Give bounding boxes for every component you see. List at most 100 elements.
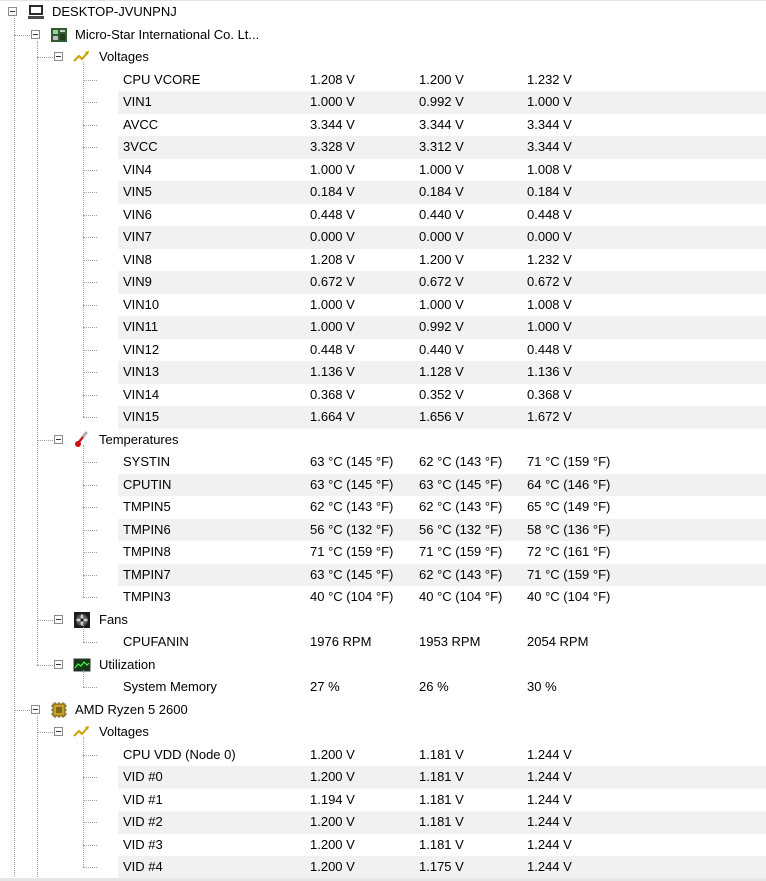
sensor-name: SYSTIN bbox=[123, 454, 170, 469]
sensor-min: 1.000 V bbox=[419, 296, 464, 312]
sensor-min: 63 °C (145 °F) bbox=[419, 476, 503, 492]
tree-connector bbox=[83, 737, 84, 867]
collapse-toggle[interactable] bbox=[54, 727, 63, 736]
sensor-row[interactable]: TMPIN8 71 °C (159 °F) 71 °C (159 °F) 72 °C … bbox=[0, 541, 766, 564]
sensor-tree[interactable]: DESKTOP-JVUNPNJ Micro-Star International … bbox=[0, 0, 766, 881]
sensor-min: 62 °C (143 °F) bbox=[419, 499, 503, 514]
sensor-row[interactable]: VIN4 1.000 V 1.000 V 1.008 V bbox=[0, 159, 766, 182]
sensor-row[interactable]: CPU VDD (Node 0) 1.200 V 1.181 V 1.244 V bbox=[0, 744, 766, 767]
sensor-max: 58 °C (136 °F) bbox=[527, 521, 611, 537]
sensor-row[interactable]: CPUFANIN 1976 RPM 1953 RPM 2054 RPM bbox=[0, 631, 766, 654]
sensor-row[interactable]: TMPIN7 63 °C (145 °F) 62 °C (143 °F) 71 °C … bbox=[0, 563, 766, 586]
sensor-name: TMPIN8 bbox=[123, 544, 171, 559]
tree-connector bbox=[83, 597, 97, 598]
device-name: Micro-Star International Co. Lt... bbox=[75, 26, 260, 42]
sensor-row[interactable]: VIN5 0.184 V 0.184 V 0.184 V bbox=[0, 181, 766, 204]
sensor-value: 3.328 V bbox=[310, 139, 355, 154]
tree-connector bbox=[83, 394, 97, 396]
tree-node-device[interactable]: Micro-Star International Co. Lt... bbox=[0, 24, 766, 47]
sensor-name: AVCC bbox=[123, 116, 159, 132]
tree-node-group[interactable]: Voltages bbox=[0, 46, 766, 69]
sensor-row[interactable]: CPUTIN 63 °C (145 °F) 63 °C (145 °F) 64 °C … bbox=[0, 473, 766, 496]
group-name: Utilization bbox=[99, 656, 156, 672]
sensor-max: 1.232 V bbox=[527, 71, 572, 87]
sensor-value: 1.200 V bbox=[310, 746, 355, 762]
sensor-value: 1.664 V bbox=[310, 409, 355, 424]
collapse-toggle[interactable] bbox=[54, 614, 63, 624]
sensor-max: 1.000 V bbox=[527, 94, 572, 109]
sensor-min: 0.352 V bbox=[419, 386, 464, 402]
sensor-row[interactable]: VIN9 0.672 V 0.672 V 0.672 V bbox=[0, 271, 766, 294]
sensor-row[interactable]: VIN14 0.368 V 0.352 V 0.368 V bbox=[0, 384, 766, 407]
collapse-toggle[interactable] bbox=[54, 659, 63, 669]
sensor-max: 1.008 V bbox=[527, 296, 572, 312]
sensor-min: 1.000 V bbox=[419, 161, 464, 177]
sensor-value: 0.448 V bbox=[310, 341, 355, 357]
sensor-row[interactable]: VIN13 1.136 V 1.128 V 1.136 V bbox=[0, 361, 766, 384]
tree-node-group[interactable]: Fans bbox=[0, 609, 766, 632]
collapse-toggle[interactable] bbox=[31, 704, 40, 714]
sensor-row[interactable]: VIN15 1.664 V 1.656 V 1.672 V bbox=[0, 406, 766, 429]
sensor-min: 56 °C (132 °F) bbox=[419, 521, 503, 537]
sensor-row[interactable]: VIN7 0.000 V 0.000 V 0.000 V bbox=[0, 226, 766, 249]
tree-connector bbox=[83, 822, 97, 823]
sensor-name: VIN4 bbox=[123, 161, 152, 177]
sensor-row[interactable]: TMPIN3 40 °C (104 °F) 40 °C (104 °F) 40 °C … bbox=[0, 586, 766, 609]
sensor-max: 30 % bbox=[527, 679, 557, 694]
tree-connector bbox=[83, 687, 97, 688]
collapse-toggle[interactable] bbox=[8, 7, 17, 16]
sensor-row[interactable]: VID #1 1.194 V 1.181 V 1.244 V bbox=[0, 789, 766, 812]
sensor-name: VIN12 bbox=[123, 341, 160, 357]
tree-connector bbox=[83, 79, 97, 81]
sensor-row[interactable]: System Memory 27 % 26 % 30 % bbox=[0, 676, 766, 699]
tree-connector bbox=[37, 619, 55, 621]
sensor-row[interactable]: VIN12 0.448 V 0.440 V 0.448 V bbox=[0, 339, 766, 362]
sensor-name: VIN5 bbox=[123, 184, 152, 199]
sensor-row[interactable]: VIN10 1.000 V 1.000 V 1.008 V bbox=[0, 294, 766, 317]
sensor-row[interactable]: SYSTIN 63 °C (145 °F) 62 °C (143 °F) 71 °C … bbox=[0, 451, 766, 474]
sensor-min: 0.992 V bbox=[419, 319, 464, 334]
sensor-row[interactable]: VIN8 1.208 V 1.200 V 1.232 V bbox=[0, 249, 766, 272]
sensor-min: 26 % bbox=[419, 679, 449, 694]
sensor-name: VIN14 bbox=[123, 386, 160, 402]
tree-node-computer[interactable]: DESKTOP-JVUNPNJ bbox=[0, 1, 766, 24]
sensor-row[interactable]: VID #2 1.200 V 1.181 V 1.244 V bbox=[0, 811, 766, 834]
sensor-row[interactable]: VIN1 1.000 V 0.992 V 1.000 V bbox=[0, 91, 766, 114]
sensor-name: VIN9 bbox=[123, 274, 152, 289]
sensor-row[interactable]: CPU VCORE 1.208 V 1.200 V 1.232 V bbox=[0, 69, 766, 92]
sensor-min: 71 °C (159 °F) bbox=[419, 544, 503, 559]
tree-connector bbox=[83, 237, 97, 238]
sensor-row[interactable]: AVCC 3.344 V 3.344 V 3.344 V bbox=[0, 114, 766, 137]
tree-node-device[interactable]: AMD Ryzen 5 2600 bbox=[0, 699, 766, 722]
sensor-min: 1.181 V bbox=[419, 791, 464, 807]
sensor-value: 56 °C (132 °F) bbox=[310, 521, 394, 537]
sensor-row[interactable]: VID #0 1.200 V 1.181 V 1.244 V bbox=[0, 766, 766, 789]
sensor-row[interactable]: TMPIN6 56 °C (132 °F) 56 °C (132 °F) 58 °C … bbox=[0, 518, 766, 541]
tree-node-group[interactable]: Voltages bbox=[0, 721, 766, 744]
sensor-value: 1.208 V bbox=[310, 71, 355, 87]
tree-connector bbox=[83, 754, 97, 756]
tree-connector bbox=[37, 40, 38, 665]
sensor-row[interactable]: VIN6 0.448 V 0.440 V 0.448 V bbox=[0, 204, 766, 227]
tree-connector bbox=[83, 327, 97, 328]
sensor-max: 1.244 V bbox=[527, 859, 572, 874]
sensor-row[interactable]: VID #3 1.200 V 1.181 V 1.244 V bbox=[0, 834, 766, 857]
sensor-value: 1976 RPM bbox=[310, 634, 372, 649]
cpu-chip-icon bbox=[51, 701, 67, 718]
sensor-max: 1.232 V bbox=[527, 251, 572, 267]
sensor-row[interactable]: 3VCC 3.328 V 3.312 V 3.344 V bbox=[0, 136, 766, 159]
sensor-row[interactable]: TMPIN5 62 °C (143 °F) 62 °C (143 °F) 65 °C … bbox=[0, 496, 766, 519]
sensor-row[interactable]: VID #4 1.200 V 1.175 V 1.244 V bbox=[0, 856, 766, 879]
tree-node-group[interactable]: Utilization bbox=[0, 654, 766, 677]
tree-connector bbox=[37, 664, 55, 666]
sensor-row[interactable]: VIN11 1.000 V 0.992 V 1.000 V bbox=[0, 316, 766, 339]
collapse-toggle[interactable] bbox=[31, 29, 40, 39]
tree-connector bbox=[83, 462, 97, 463]
collapse-toggle[interactable] bbox=[54, 52, 63, 61]
sensor-name: CPUTIN bbox=[123, 476, 172, 492]
sensor-value: 0.000 V bbox=[310, 229, 355, 244]
sensor-name: TMPIN7 bbox=[123, 566, 171, 582]
tree-connector bbox=[83, 214, 97, 216]
collapse-toggle[interactable] bbox=[54, 434, 63, 444]
tree-node-group[interactable]: Temperatures bbox=[0, 429, 766, 452]
